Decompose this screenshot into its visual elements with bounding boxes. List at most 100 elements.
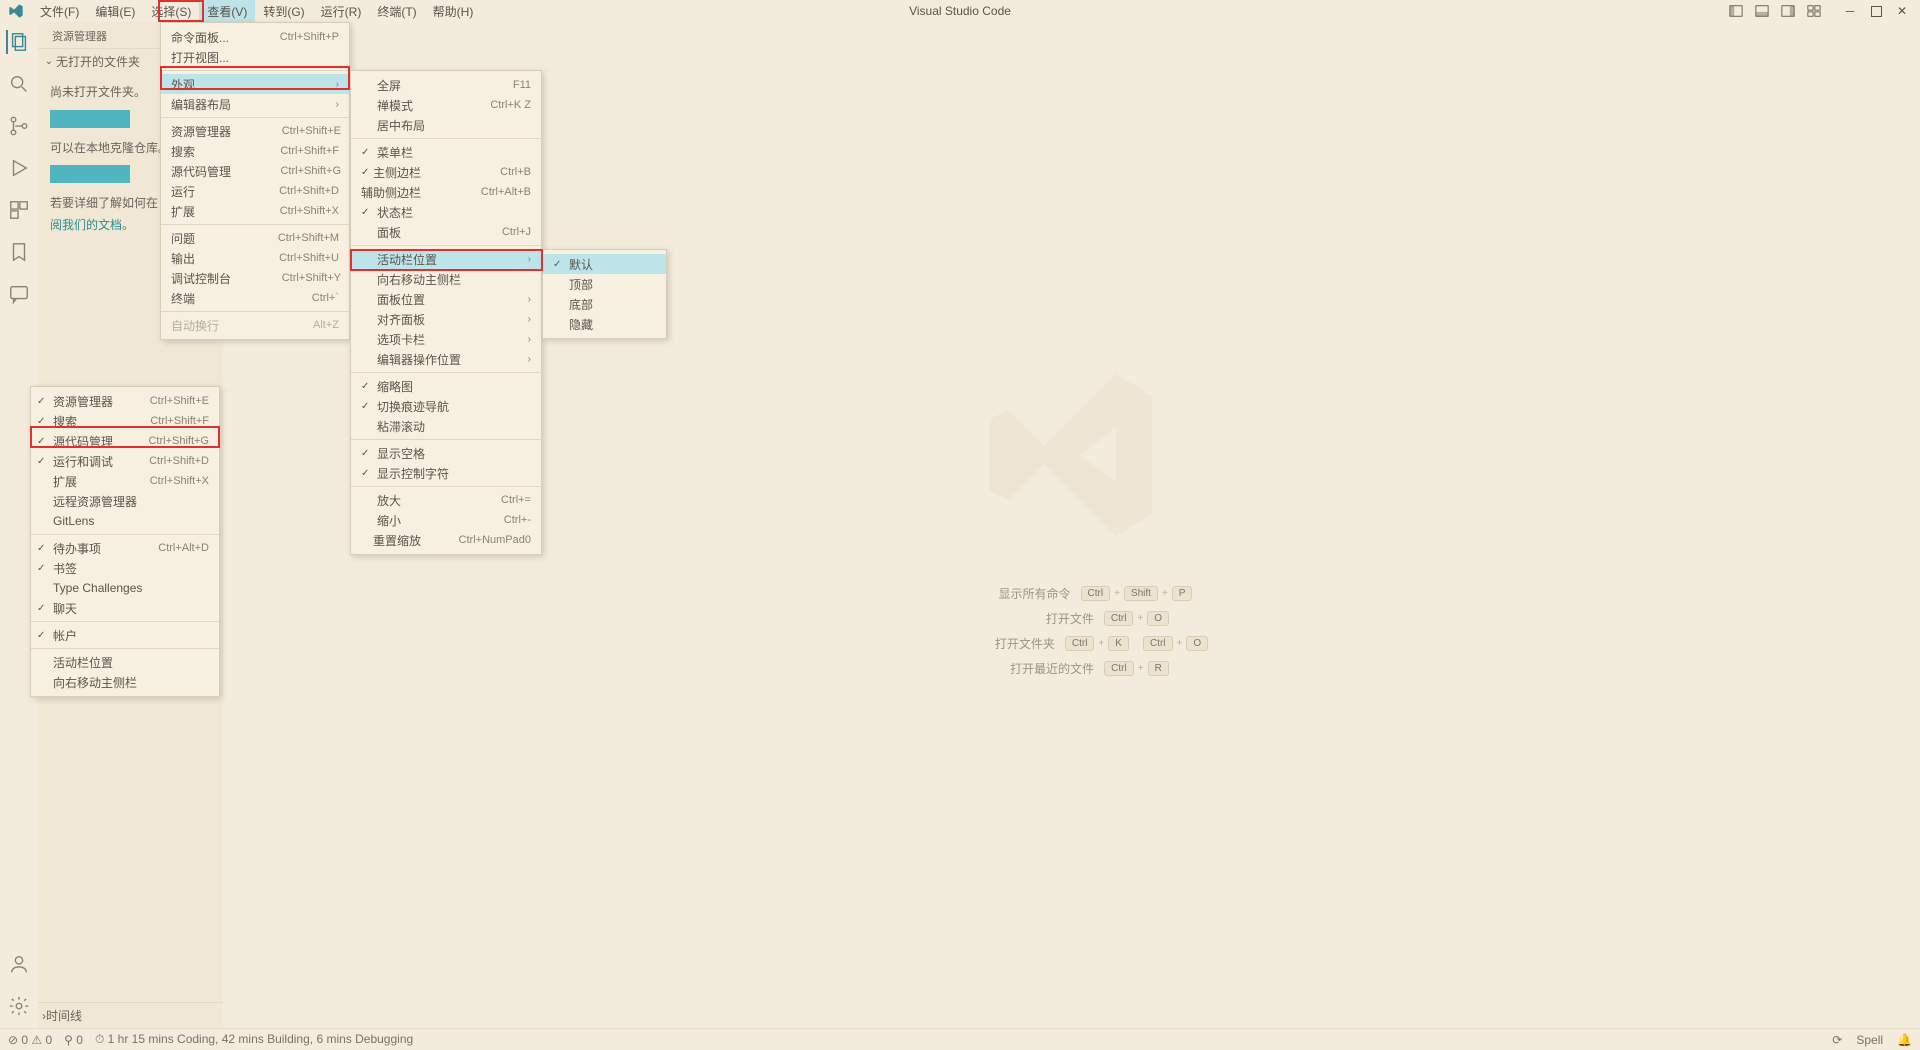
menu-item[interactable]: 搜索Ctrl+Shift+F <box>161 141 349 161</box>
menu-5[interactable]: 运行(R) <box>313 0 370 22</box>
status-problems[interactable]: ⊘ 0 ⚠ 0 <box>8 1033 52 1047</box>
menu-item[interactable]: 编辑器操作位置› <box>351 349 541 369</box>
statusbar: ⊘ 0 ⚠ 0 ⚲ 0 ⏱ 1 hr 15 mins Coding, 42 mi… <box>0 1028 1920 1050</box>
menu-item[interactable]: ✓显示空格 <box>351 443 541 463</box>
menu-item[interactable]: 粘滞滚动 <box>351 416 541 436</box>
menu-0[interactable]: 文件(F) <box>32 0 87 22</box>
clone-repo-button[interactable] <box>50 165 130 183</box>
bookmark-icon[interactable] <box>7 240 31 264</box>
menu-item[interactable]: 源代码管理Ctrl+Shift+G <box>161 161 349 181</box>
menu-item[interactable]: 居中布局 <box>351 115 541 135</box>
ctx-item[interactable]: ✓资源管理器Ctrl+Shift+E <box>31 391 219 411</box>
menu-item[interactable]: 面板位置› <box>351 289 541 309</box>
maximize-icon[interactable] <box>1868 3 1884 19</box>
customize-layout-icon[interactable] <box>1806 3 1822 19</box>
sidebar-timeline[interactable]: › 时间线 <box>38 1002 223 1028</box>
account-icon[interactable] <box>7 952 31 976</box>
status-ports[interactable]: ⚲ 0 <box>64 1033 83 1047</box>
ctx-item[interactable]: Type Challenges <box>31 578 219 598</box>
menu-item[interactable]: 选项卡栏› <box>351 329 541 349</box>
ctx-item[interactable]: ✓搜索Ctrl+Shift+F <box>31 411 219 431</box>
layout-panel-icon[interactable] <box>1754 3 1770 19</box>
watermark-row: 打开最近的文件Ctrl+R <box>935 660 1208 677</box>
ctx-item[interactable]: GitLens <box>31 511 219 531</box>
section-label: 无打开的文件夹 <box>56 53 140 70</box>
menu-item[interactable]: 隐藏 <box>543 314 666 334</box>
key: R <box>1148 661 1169 676</box>
menu-item[interactable]: 扩展Ctrl+Shift+X <box>161 201 349 221</box>
vscode-watermark-icon <box>981 365 1161 545</box>
ctx-item[interactable]: ✓书签 <box>31 558 219 578</box>
menu-item[interactable]: 命令面板...Ctrl+Shift+P <box>161 27 349 47</box>
menu-item[interactable]: ✓切换痕迹导航 <box>351 396 541 416</box>
ctx-item[interactable]: ✓源代码管理Ctrl+Shift+G <box>31 431 219 451</box>
menu-item[interactable]: 禅模式Ctrl+K Z <box>351 95 541 115</box>
menu-item[interactable]: 外观› <box>161 74 349 94</box>
ctx-item[interactable]: 活动栏位置 <box>31 652 219 672</box>
status-sync-icon[interactable]: ⟳ <box>1832 1033 1842 1047</box>
menu-item[interactable]: 全屏F11 <box>351 75 541 95</box>
watermark-label: 打开文件夹 <box>935 635 1055 652</box>
menu-6[interactable]: 终端(T) <box>369 0 424 22</box>
ctx-item[interactable]: 远程资源管理器 <box>31 491 219 511</box>
menu-item[interactable]: 重置缩放Ctrl+NumPad0 <box>351 530 541 550</box>
menu-item[interactable]: 活动栏位置› <box>351 249 541 269</box>
menu-item[interactable]: 对齐面板› <box>351 309 541 329</box>
status-bell-icon[interactable]: 🔔 <box>1897 1033 1912 1047</box>
extensions-icon[interactable] <box>7 198 31 222</box>
watermark: 显示所有命令Ctrl+Shift+P打开文件Ctrl+O打开文件夹Ctrl+KC… <box>935 365 1208 685</box>
ctx-item[interactable]: ✓待办事项Ctrl+Alt+D <box>31 538 219 558</box>
explorer-icon[interactable] <box>6 30 30 54</box>
watermark-label: 打开文件 <box>974 610 1094 627</box>
menu-item[interactable]: 输出Ctrl+Shift+U <box>161 248 349 268</box>
menu-item[interactable]: 问题Ctrl+Shift+M <box>161 228 349 248</box>
menu-item[interactable]: 调试控制台Ctrl+Shift+Y <box>161 268 349 288</box>
status-time-tracker[interactable]: ⏱ 1 hr 15 mins Coding, 42 mins Building,… <box>95 1032 413 1047</box>
minimize-icon[interactable]: ─ <box>1842 3 1858 19</box>
menu-3[interactable]: 查看(V) <box>199 0 255 22</box>
open-folder-button[interactable] <box>50 110 130 128</box>
status-spell[interactable]: Spell <box>1856 1033 1883 1047</box>
menu-item[interactable]: ✓缩略图 <box>351 376 541 396</box>
menu-item[interactable]: ✓显示控制字符 <box>351 463 541 483</box>
ctx-item[interactable]: 向右移动主侧栏 <box>31 672 219 692</box>
watermark-label: 打开最近的文件 <box>974 660 1094 677</box>
close-icon[interactable]: ✕ <box>1894 3 1910 19</box>
menu-item[interactable]: 资源管理器Ctrl+Shift+E <box>161 121 349 141</box>
run-icon[interactable] <box>7 156 31 180</box>
layout-primary-icon[interactable] <box>1728 3 1744 19</box>
menu-7[interactable]: 帮助(H) <box>425 0 482 22</box>
menu-item[interactable]: ✓菜单栏 <box>351 142 541 162</box>
menu-item[interactable]: 终端Ctrl+` <box>161 288 349 308</box>
menu-item[interactable]: ✓默认 <box>543 254 666 274</box>
menu-item[interactable]: ✓状态栏 <box>351 202 541 222</box>
vscode-logo-icon <box>6 1 26 21</box>
layout-secondary-icon[interactable] <box>1780 3 1796 19</box>
ctx-item[interactable]: 扩展Ctrl+Shift+X <box>31 471 219 491</box>
docs-link[interactable]: 阅我们的文档 <box>50 218 122 232</box>
menu-item[interactable]: ✓主侧边栏Ctrl+B <box>351 162 541 182</box>
ctx-item[interactable]: ✓运行和调试Ctrl+Shift+D <box>31 451 219 471</box>
menu-1[interactable]: 编辑(E) <box>87 0 143 22</box>
menu-item[interactable]: 底部 <box>543 294 666 314</box>
menu-item[interactable]: 打开视图... <box>161 47 349 67</box>
menu-item[interactable]: 放大Ctrl+= <box>351 490 541 510</box>
menu-item[interactable]: 辅助侧边栏Ctrl+Alt+B <box>351 182 541 202</box>
menu-4[interactable]: 转到(G) <box>255 0 312 22</box>
chat-icon[interactable] <box>7 282 31 306</box>
window-title: Visual Studio Code <box>909 4 1011 18</box>
ctx-item[interactable]: ✓聊天 <box>31 598 219 618</box>
menu-item[interactable]: 缩小Ctrl+- <box>351 510 541 530</box>
search-icon[interactable] <box>7 72 31 96</box>
menu-item[interactable]: 面板Ctrl+J <box>351 222 541 242</box>
scm-icon[interactable] <box>7 114 31 138</box>
ctx-item[interactable]: ✓帐户 <box>31 625 219 645</box>
watermark-row: 打开文件Ctrl+O <box>935 610 1208 627</box>
menu-2[interactable]: 选择(S) <box>143 0 199 22</box>
menu-item[interactable]: 编辑器布局› <box>161 94 349 114</box>
menu-item[interactable]: 顶部 <box>543 274 666 294</box>
gear-icon[interactable] <box>7 994 31 1018</box>
menu-item[interactable]: 向右移动主侧栏 <box>351 269 541 289</box>
menu-appearance: 全屏F11禅模式Ctrl+K Z居中布局 ✓菜单栏✓主侧边栏Ctrl+B辅助侧边栏… <box>350 70 542 555</box>
menu-item[interactable]: 运行Ctrl+Shift+D <box>161 181 349 201</box>
